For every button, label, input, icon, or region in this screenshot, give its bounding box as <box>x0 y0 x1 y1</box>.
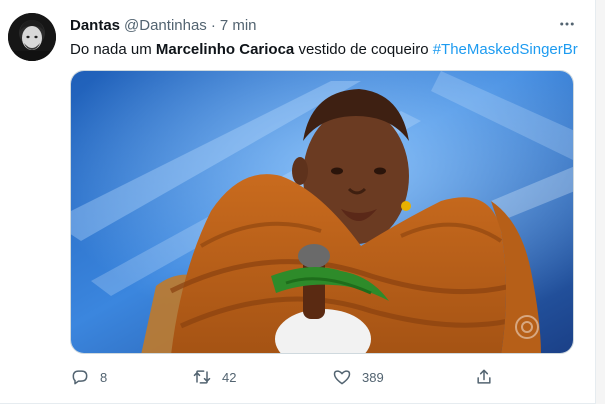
heart-icon <box>333 370 351 385</box>
reply-icon <box>72 370 88 385</box>
tweet-actions: 8 42 389 <box>62 366 502 388</box>
like-count: 389 <box>362 369 384 385</box>
masked-singer-photo <box>71 71 573 353</box>
separator-dot: · <box>210 16 216 34</box>
retweet-count: 42 <box>222 369 237 385</box>
more-horizontal-icon <box>560 22 574 26</box>
tweet-text: Do nada um Marcelinho Carioca vestido de… <box>70 40 578 60</box>
tweet-card[interactable]: Dantas @Dantinhas · 7 min Do nada um Mar… <box>0 0 596 404</box>
reply-button[interactable]: 8 <box>70 366 107 388</box>
tweet-text-prefix: Do nada um <box>70 41 156 58</box>
tweet-text-bold-name: Marcelinho Carioca <box>155 41 295 58</box>
retweet-button[interactable]: 42 <box>192 366 236 388</box>
tweet-text-middle: vestido de coqueiro <box>294 41 433 58</box>
retweet-icon <box>193 370 211 384</box>
tweet-timestamp[interactable]: 7 min <box>220 17 257 34</box>
more-options-button[interactable] <box>557 14 577 34</box>
tweet-header: Dantas @Dantinhas · 7 min <box>70 16 565 34</box>
author-name[interactable]: Dantas <box>70 17 120 34</box>
hashtag-link[interactable]: #TheMaskedSingerBr <box>433 41 578 58</box>
avatar-portrait <box>8 13 56 61</box>
tweet-media-image[interactable] <box>70 70 574 354</box>
author-handle[interactable]: @Dantinhas <box>124 17 207 34</box>
like-button[interactable]: 389 <box>332 366 384 388</box>
avatar[interactable] <box>8 13 56 61</box>
share-button[interactable] <box>474 366 494 388</box>
share-icon <box>477 369 491 384</box>
reply-count: 8 <box>100 369 108 385</box>
